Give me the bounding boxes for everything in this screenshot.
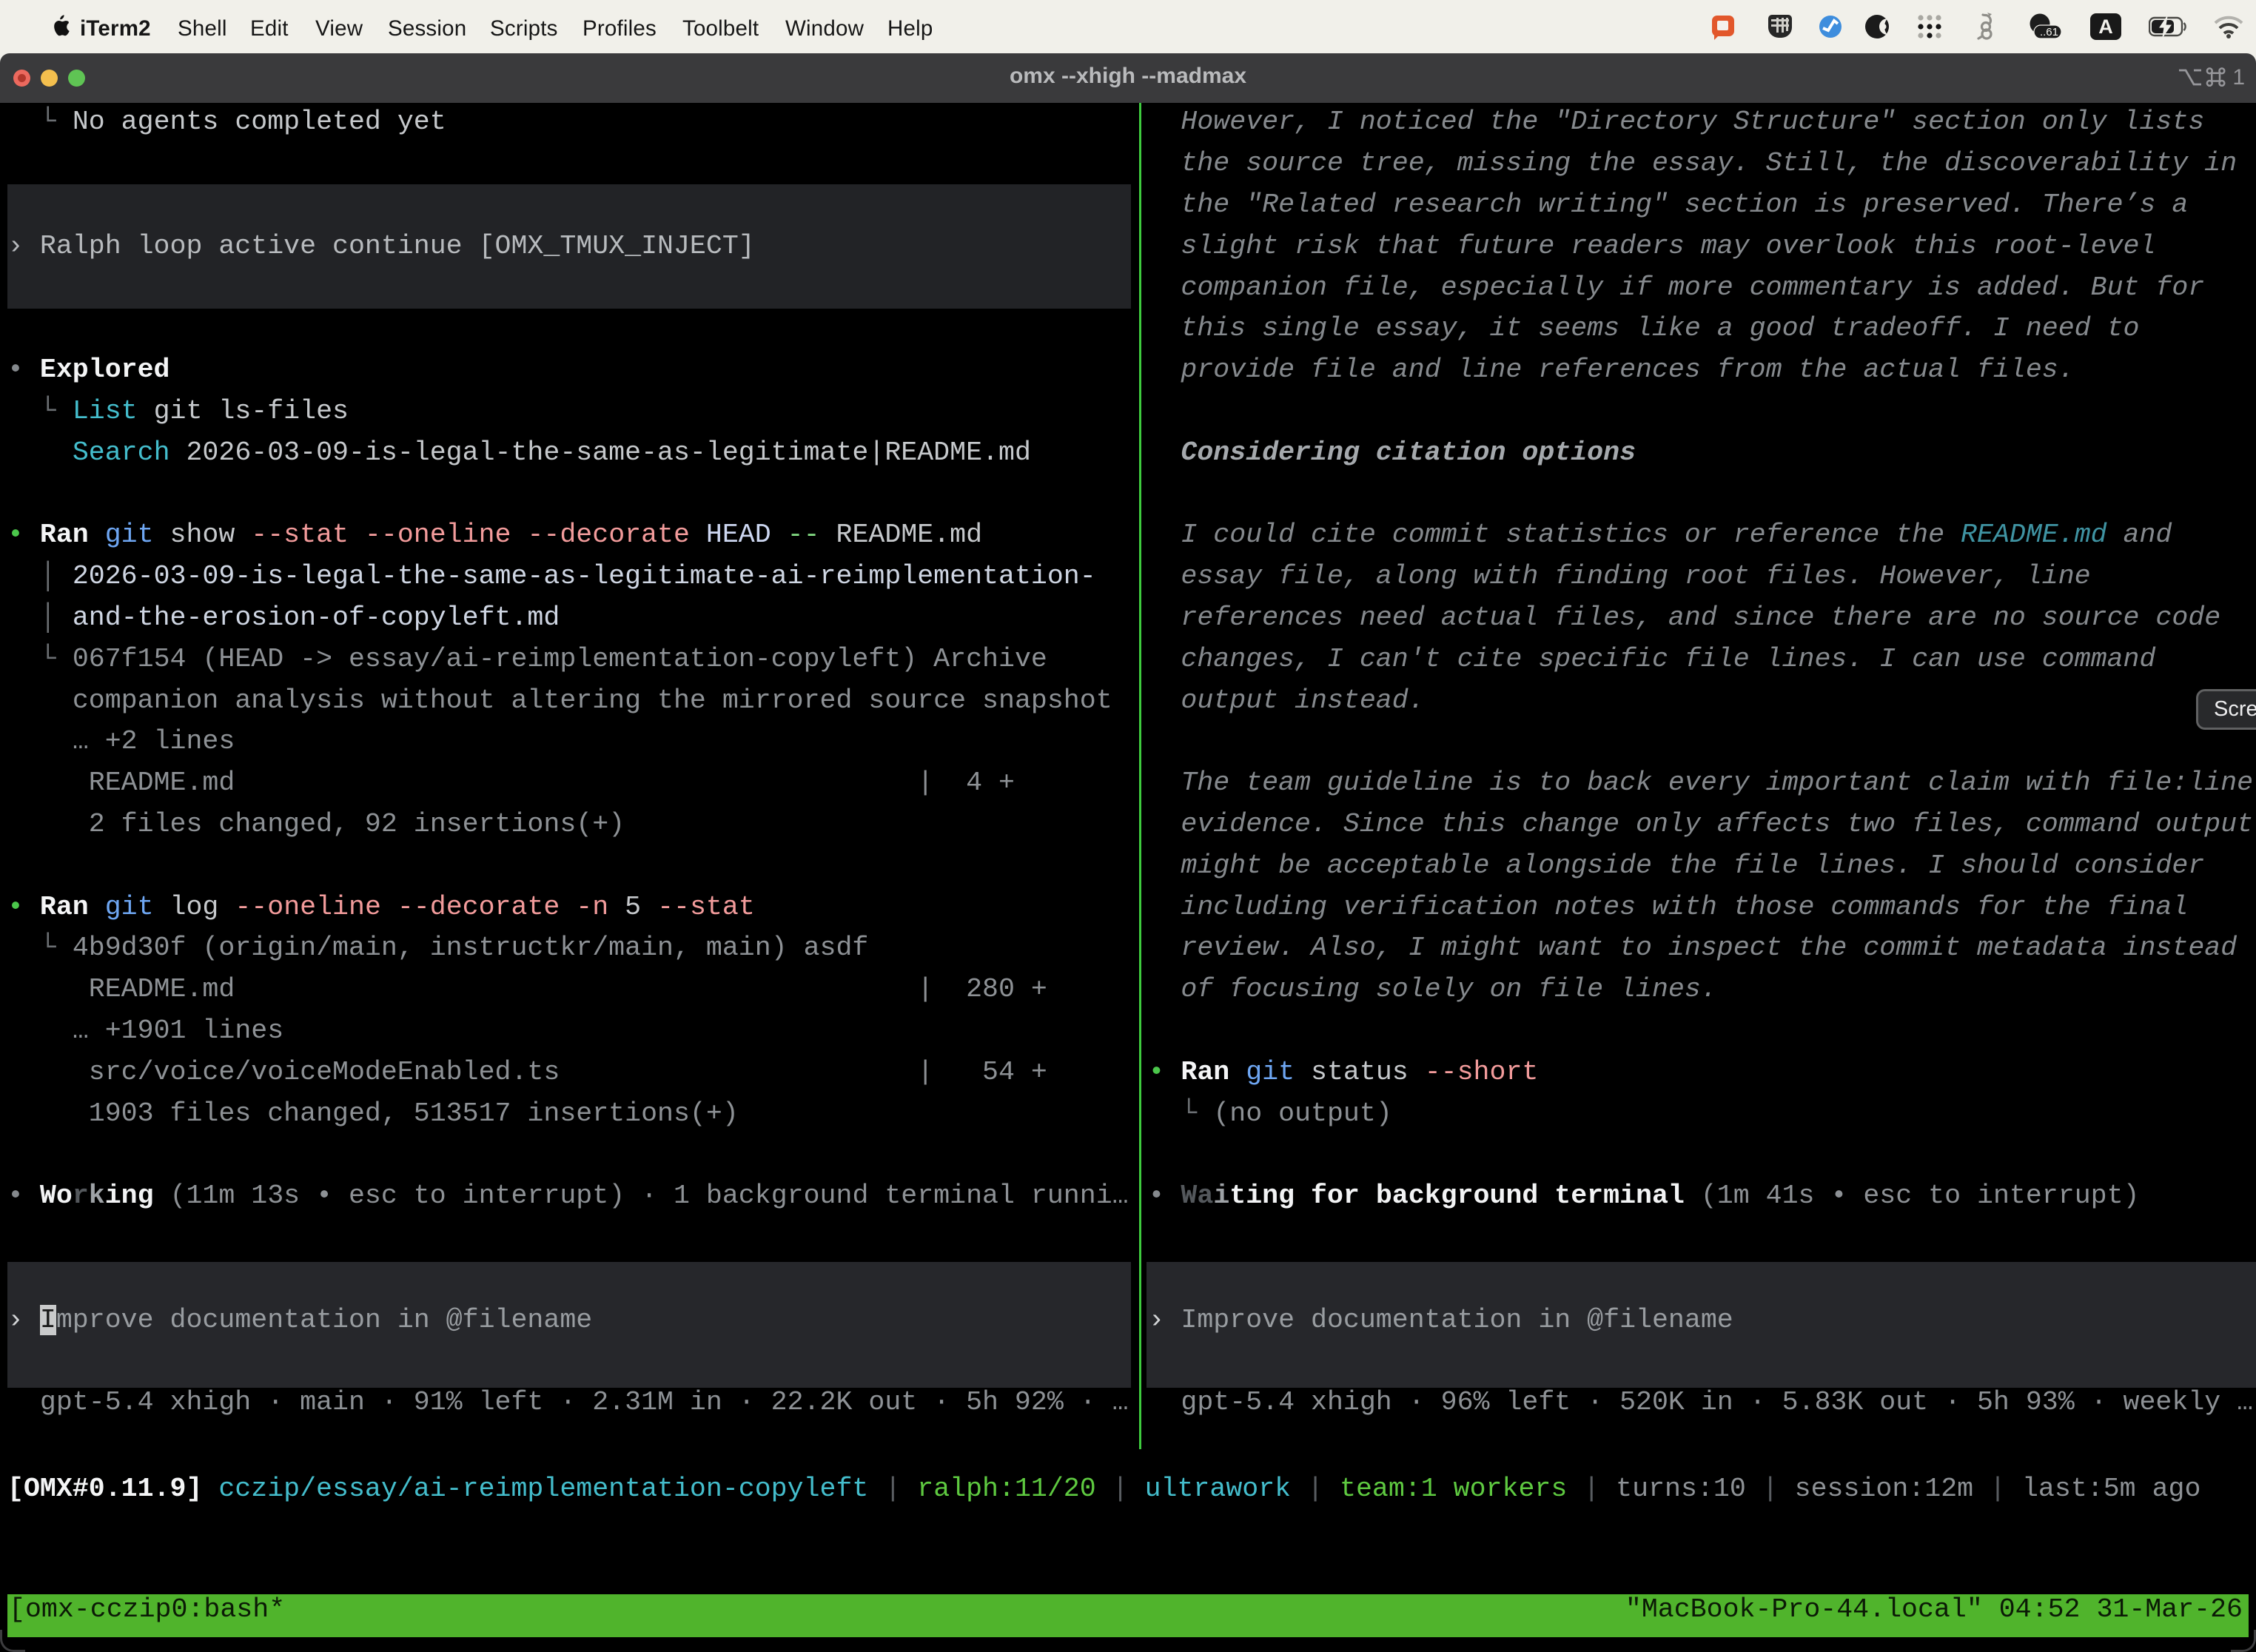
svg-text:..61: ..61	[2040, 26, 2058, 38]
